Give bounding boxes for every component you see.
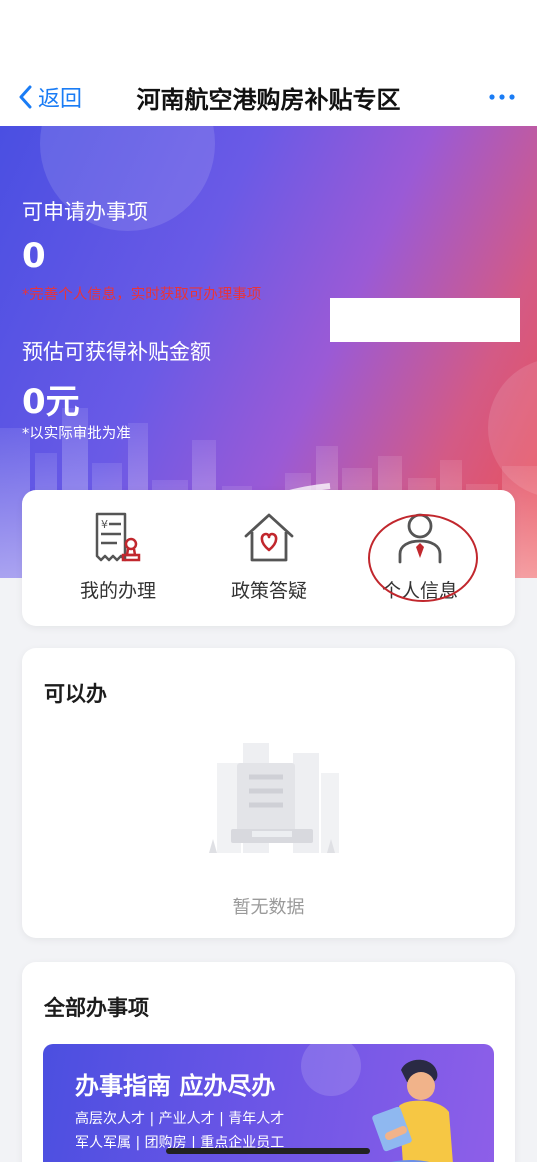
more-button[interactable] (487, 82, 517, 112)
approval-note: *以实际审批为准 (22, 426, 131, 442)
page-title: 河南航空港购房补贴专区 (136, 86, 401, 114)
svg-text:¥: ¥ (101, 518, 108, 531)
redacted-block (330, 298, 520, 342)
section-title: 全部办事项 (44, 996, 149, 1020)
banner-title: 办事指南 应办尽办 (75, 1072, 276, 1100)
status-bar (0, 0, 537, 68)
complete-info-hint: *完善个人信息，实时获取可办理事项 (22, 287, 262, 303)
empty-document-icon (209, 743, 339, 853)
applicable-items-label: 可申请办事项 (22, 200, 148, 224)
banner-categories-line1: 高层次人才 | 产业人才 | 青年人才 (75, 1111, 285, 1127)
available-items-card: 可以办 暂无数据 (22, 648, 515, 938)
highlight-circle (368, 514, 478, 602)
person-with-tablet-illustration (372, 1059, 453, 1162)
empty-state-text: 暂无数据 (232, 897, 305, 918)
nav-bar: 返回 河南航空港购房补贴专区 (0, 68, 537, 126)
quick-entry-card: ¥ 我的办理 政策答疑 个人信息 (22, 490, 515, 626)
all-items-card: 全部办事项 办事指南 应办尽办 高层次人才 | 产业人才 | 青年人才 军人军属… (22, 962, 515, 1162)
receipt-stamp-icon: ¥ (95, 512, 141, 562)
entry-label: 我的办理 (79, 580, 156, 602)
home-indicator (166, 1148, 370, 1154)
more-dots-icon (489, 94, 515, 100)
house-heart-icon (244, 513, 294, 562)
entry-label: 政策答疑 (230, 580, 307, 602)
policy-qa-entry[interactable]: 政策答疑 (189, 508, 349, 603)
service-guide-banner[interactable]: 办事指南 应办尽办 高层次人才 | 产业人才 | 青年人才 军人军属 | 团购房… (43, 1044, 494, 1162)
applicable-items-count: 0 (22, 236, 46, 276)
section-title: 可以办 (44, 682, 107, 706)
my-applications-entry[interactable]: ¥ 我的办理 (38, 508, 198, 603)
subsidy-estimate-value: 0元 (22, 382, 80, 422)
subsidy-estimate-label: 预估可获得补贴金额 (22, 340, 211, 364)
